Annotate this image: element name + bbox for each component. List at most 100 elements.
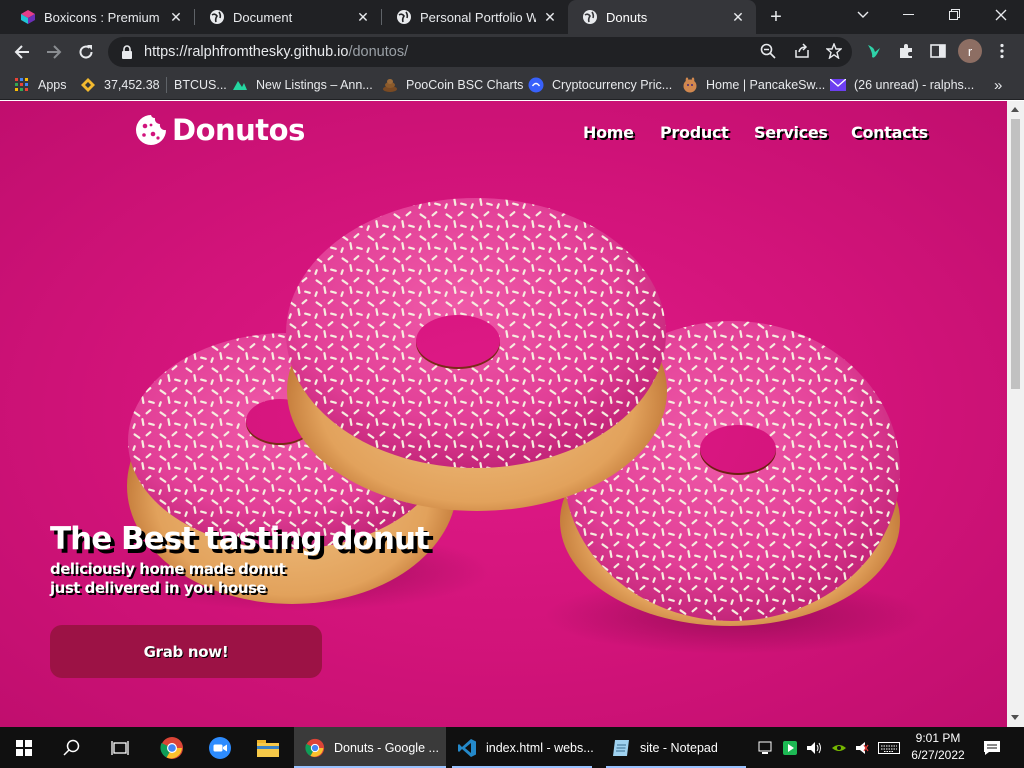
bookmark-label: (26 unread) - ralphs... bbox=[854, 78, 975, 92]
share-icon bbox=[795, 43, 809, 58]
nav-contacts[interactable]: Contacts bbox=[851, 123, 928, 142]
pinned-file-explorer[interactable] bbox=[244, 727, 292, 768]
task-view-button[interactable] bbox=[96, 727, 144, 768]
bookmark-pancakeswap[interactable]: Home | PancakeSw... bbox=[682, 75, 825, 95]
speaker-tray-icon[interactable] bbox=[804, 727, 826, 768]
close-tab-icon[interactable]: ✕ bbox=[730, 9, 746, 25]
tab-title: Personal Portfolio Web bbox=[420, 9, 536, 25]
pancake-icon bbox=[682, 77, 698, 93]
start-button[interactable] bbox=[0, 727, 48, 768]
tab-search-button[interactable] bbox=[840, 0, 886, 30]
grab-now-button[interactable]: Grab now! bbox=[50, 625, 322, 678]
notifications-button[interactable] bbox=[980, 727, 1004, 768]
chrome-icon bbox=[304, 737, 326, 759]
scrollbar-thumb[interactable] bbox=[1011, 119, 1020, 389]
taskbar-app-label: Donuts - Google ... bbox=[334, 740, 439, 755]
page-scrollbar[interactable] bbox=[1007, 101, 1024, 727]
bookmark-new-listings[interactable]: New Listings – Ann... bbox=[232, 75, 373, 95]
bookmark-label: 37,452.38 bbox=[104, 78, 160, 92]
browser-tab[interactable]: Boxicons : Premium we ✕ bbox=[6, 0, 194, 34]
extension-button[interactable] bbox=[864, 41, 884, 61]
close-tab-icon[interactable]: ✕ bbox=[168, 9, 184, 25]
bookmarks-overflow-button[interactable]: » bbox=[994, 75, 1002, 95]
kebab-menu-icon bbox=[1000, 43, 1004, 59]
taskbar-app-vscode[interactable]: index.html - webs... bbox=[446, 727, 598, 768]
hero-title: The Best tasting donut bbox=[50, 521, 430, 557]
side-panel-button[interactable] bbox=[928, 41, 948, 61]
tab-title: Donuts bbox=[606, 9, 648, 25]
bookmark-btcusd[interactable]: BTCUS... bbox=[166, 75, 227, 95]
close-window-button[interactable] bbox=[978, 0, 1024, 30]
bookmark-apps[interactable]: Apps bbox=[14, 75, 67, 95]
binance-icon bbox=[80, 77, 96, 93]
share-button[interactable] bbox=[792, 41, 812, 61]
bookmark-star-button[interactable] bbox=[824, 41, 844, 61]
vscode-icon bbox=[456, 737, 478, 759]
tab-title: Boxicons : Premium we bbox=[44, 9, 162, 25]
windows-logo-icon bbox=[16, 739, 32, 756]
globe-icon bbox=[397, 10, 411, 24]
keyboard-tray-icon[interactable] bbox=[876, 727, 902, 768]
minimize-button[interactable] bbox=[886, 0, 932, 30]
side-panel-icon bbox=[930, 44, 946, 58]
taskbar-app-chrome[interactable]: Donuts - Google ... bbox=[294, 727, 446, 768]
apps-grid-icon bbox=[14, 77, 30, 93]
windows-taskbar: Donuts - Google ... index.html - webs...… bbox=[0, 727, 1024, 768]
nav-product[interactable]: Product bbox=[660, 123, 729, 142]
chrome-icon bbox=[160, 736, 183, 759]
profile-avatar[interactable]: r bbox=[958, 39, 982, 63]
donut-middle bbox=[286, 198, 667, 511]
nvidia-tray-icon[interactable] bbox=[828, 727, 850, 768]
bookmark-cryptocurrency[interactable]: Cryptocurrency Pric... bbox=[528, 75, 672, 95]
pinned-zoom[interactable] bbox=[196, 727, 244, 768]
pinned-chrome[interactable] bbox=[148, 727, 196, 768]
arrow-left-icon bbox=[14, 45, 29, 59]
taskbar-app-notepad[interactable]: site - Notepad bbox=[600, 727, 752, 768]
browser-toolbar: https://ralphfromthesky.github.io/donuto… bbox=[0, 34, 1024, 70]
browser-tab[interactable]: Personal Portfolio Web ✕ bbox=[382, 0, 568, 34]
browser-tab[interactable]: Document ✕ bbox=[195, 0, 381, 34]
bookmark-mail[interactable]: (26 unread) - ralphs... bbox=[830, 75, 974, 95]
taskbar-clock[interactable]: 9:01 PM 6/27/2022 bbox=[902, 730, 974, 764]
network-tray-icon[interactable] bbox=[756, 727, 776, 768]
clock-date: 6/27/2022 bbox=[911, 748, 965, 762]
forward-button[interactable] bbox=[40, 38, 68, 66]
new-tab-button[interactable]: + bbox=[764, 5, 788, 29]
page-viewport: Donutos Home Product Services Contacts T… bbox=[0, 101, 1007, 727]
taskbar-app-label: index.html - webs... bbox=[486, 740, 594, 755]
close-tab-icon[interactable]: ✕ bbox=[355, 9, 371, 25]
close-tab-icon[interactable]: ✕ bbox=[542, 9, 558, 25]
coingecko-icon bbox=[528, 77, 544, 93]
nav-home[interactable]: Home bbox=[583, 123, 634, 142]
extensions-menu-button[interactable] bbox=[896, 41, 916, 61]
media-tray-icon[interactable] bbox=[780, 727, 800, 768]
scroll-down-arrow-icon[interactable] bbox=[1011, 715, 1019, 720]
cookie-icon bbox=[136, 115, 166, 145]
volume-tray-icon[interactable] bbox=[852, 727, 872, 768]
bookmark-divider bbox=[166, 77, 167, 93]
bookmark-label: Apps bbox=[38, 78, 67, 92]
tab-title: Document bbox=[233, 9, 293, 25]
chrome-menu-button[interactable] bbox=[992, 41, 1012, 61]
restore-button[interactable] bbox=[932, 0, 978, 30]
task-view-icon bbox=[111, 740, 129, 755]
poocoin-icon bbox=[382, 77, 398, 93]
browser-tab-active[interactable]: Donuts ✕ bbox=[568, 0, 756, 34]
restore-icon bbox=[949, 9, 960, 20]
coinmarket-icon bbox=[232, 77, 248, 93]
tab-strip: Boxicons : Premium we ✕ Document ✕ Perso… bbox=[0, 0, 1024, 34]
nav-services[interactable]: Services bbox=[754, 123, 828, 142]
site-logo[interactable]: Donutos bbox=[134, 113, 305, 147]
bookmark-binance[interactable]: 37,452.38 bbox=[80, 75, 160, 95]
back-button[interactable] bbox=[8, 38, 36, 66]
clock-time: 9:01 PM bbox=[915, 731, 961, 745]
mail-icon bbox=[830, 77, 846, 93]
zoom-button[interactable] bbox=[758, 41, 778, 61]
bookmark-poocoin[interactable]: PooCoin BSC Charts bbox=[382, 75, 523, 95]
hummingbird-extension-icon bbox=[868, 45, 880, 58]
search-button[interactable] bbox=[48, 727, 96, 768]
address-bar[interactable]: https://ralphfromthesky.github.io/donuto… bbox=[108, 37, 852, 67]
bookmark-label: BTCUS... bbox=[174, 78, 227, 92]
scroll-up-arrow-icon[interactable] bbox=[1011, 107, 1019, 112]
reload-button[interactable] bbox=[72, 38, 100, 66]
